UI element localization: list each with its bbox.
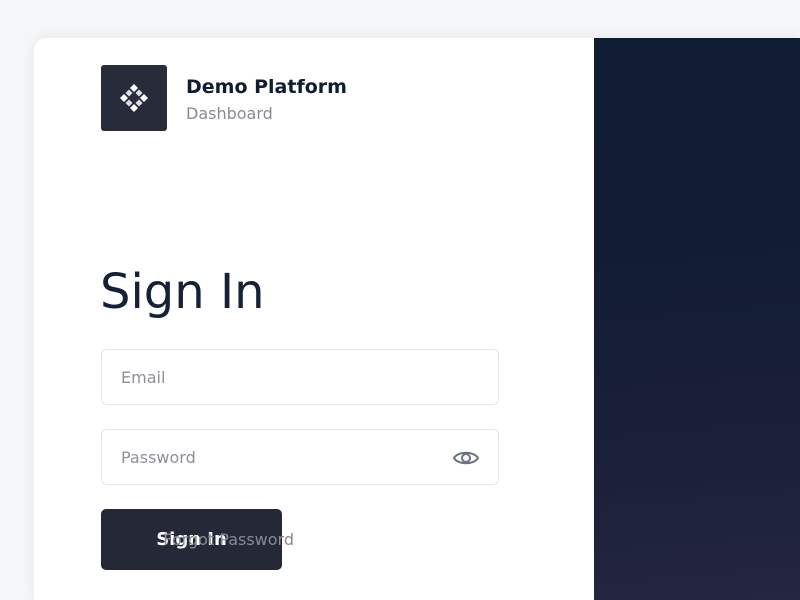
diamond-grid-icon — [120, 84, 148, 112]
brand-name: Demo Platform — [186, 76, 347, 98]
page-title: Sign In — [100, 264, 265, 320]
side-visual-panel — [594, 38, 800, 600]
email-field-wrapper — [101, 349, 499, 405]
login-card: Demo Platform Dashboard Sign In Sign In … — [34, 38, 800, 600]
show-password-toggle[interactable] — [452, 445, 480, 471]
brand-subtitle: Dashboard — [186, 104, 273, 123]
eye-icon — [452, 451, 480, 465]
brand-logo — [101, 65, 167, 131]
forgot-password-link[interactable]: Forgot Password — [163, 530, 294, 549]
login-panel: Demo Platform Dashboard Sign In Sign In … — [34, 38, 594, 600]
password-input[interactable] — [102, 430, 498, 484]
email-input[interactable] — [102, 350, 498, 404]
password-field-wrapper — [101, 429, 499, 485]
